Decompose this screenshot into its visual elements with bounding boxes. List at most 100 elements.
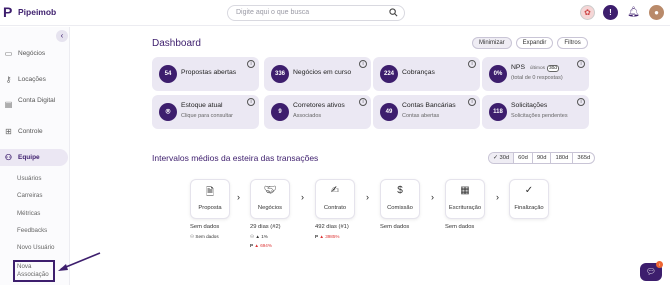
submenu-usuarios[interactable]: Usuários: [17, 175, 41, 182]
search-input[interactable]: Digite aqui o que busca: [227, 5, 405, 21]
stat-contrato: 492 dias (#1): [315, 224, 349, 230]
minimize-button[interactable]: Minimizar: [472, 37, 512, 49]
card-value: 54: [159, 65, 177, 83]
notification-badge: !: [656, 261, 663, 268]
card-icon: ▤: [4, 100, 13, 109]
nps-title: NPS: [511, 64, 525, 71]
card-value: 336: [271, 65, 289, 83]
sidebar-item-conta-digital[interactable]: ▤ Conta Digital: [0, 97, 68, 109]
stat-comissao: Sem dados: [380, 224, 410, 230]
logo[interactable]: P Pipeimob: [3, 5, 56, 19]
card-value: 118: [489, 103, 507, 121]
stat-proposta: Sem dados: [190, 224, 220, 230]
logo-icon: P: [3, 4, 13, 20]
card-subtitle: Associados: [293, 113, 322, 119]
page-title: Dashboard: [152, 38, 201, 49]
card-estoque-atual[interactable]: ⌾ Estoque atual Clique para consultar i: [152, 95, 259, 129]
company-avatar-icon[interactable]: ✿: [580, 5, 595, 20]
step-negocios[interactable]: 🤝︎ Negócios: [250, 179, 290, 219]
card-contas-bancarias[interactable]: 49 Contas Bancárias Contas abertas i: [373, 95, 480, 129]
period-180d[interactable]: 180d: [550, 153, 572, 163]
card-cobrancas[interactable]: 224 Cobranças i: [373, 57, 480, 91]
card-title: Contas Bancárias: [402, 102, 456, 109]
submenu-metricas[interactable]: Métricas: [17, 210, 40, 217]
card-title: Corretores ativos: [293, 102, 345, 109]
arrow-right-icon: ›: [237, 192, 240, 202]
card-negocios-em-curso[interactable]: 336 Negócios em curso i: [264, 57, 371, 91]
search-icon[interactable]: [389, 8, 398, 17]
key-icon: ⚷: [5, 75, 12, 84]
stat-negocios: 29 dias (#2): [250, 224, 281, 230]
submenu-feedbacks[interactable]: Feedbacks: [17, 227, 47, 234]
step-label: Proposta: [198, 205, 222, 211]
chat-icon: 💬︎: [645, 267, 657, 276]
sidebar-item-label: Equipe: [18, 154, 40, 161]
info-icon[interactable]: i: [468, 98, 476, 106]
info-icon[interactable]: !: [603, 5, 618, 20]
collapse-sidebar-icon[interactable]: ‹: [56, 30, 68, 42]
step-contrato[interactable]: ✍︎ Contrato: [315, 179, 355, 219]
check-icon: ✓: [524, 185, 534, 196]
stat-negocios-sub2: P ▲ 694%: [250, 243, 272, 248]
submenu-carreiras[interactable]: Carreiras: [17, 192, 42, 199]
info-icon[interactable]: i: [247, 98, 255, 106]
pipeimob-icon: P: [315, 234, 319, 239]
sidebar-item-label: Conta Digital: [18, 97, 56, 104]
nps-badge-prefix: últimos: [529, 66, 546, 71]
card-title: Solicitações: [511, 102, 548, 109]
period-90d[interactable]: 90d: [531, 153, 551, 163]
period-30d[interactable]: ✓ 30d: [489, 153, 514, 163]
step-proposta[interactable]: 🗎 Proposta: [190, 179, 230, 219]
card-propostas-abertas[interactable]: 54 Propostas abertas i: [152, 57, 259, 91]
card-value: 49: [380, 103, 398, 121]
location-pin-icon: ⌾: [159, 103, 177, 121]
expand-button[interactable]: Expandir: [515, 37, 554, 49]
bell-icon[interactable]: 🔔︎: [626, 5, 641, 20]
search-placeholder: Digite aqui o que busca: [236, 9, 310, 16]
section-title: Intervalos médios da esteira das transaç…: [152, 153, 319, 163]
info-icon[interactable]: i: [468, 60, 476, 68]
dollar-icon: $: [397, 185, 403, 196]
period-selector: ✓ 30d 60d 90d 180d 365d: [488, 152, 596, 164]
card-value: 0%: [489, 65, 507, 83]
step-label: Escrituração: [448, 205, 482, 211]
nps-period-badge[interactable]: 30d: [546, 65, 559, 72]
sidebar-item-controle[interactable]: ⊞ Controle: [0, 127, 68, 136]
period-365d[interactable]: 365d: [572, 153, 594, 163]
info-icon[interactable]: i: [247, 60, 255, 68]
app-name: Pipeimob: [18, 7, 57, 17]
step-comissao[interactable]: $ Comissão: [380, 179, 420, 219]
broker-icon: ⚇: [250, 234, 255, 239]
broker-icon: ⚇: [190, 234, 195, 239]
stat-escrituracao: Sem dados: [445, 224, 475, 230]
info-icon[interactable]: i: [359, 60, 367, 68]
card-nps[interactable]: 0% NPS últimos 30d (total de 0 respostas…: [482, 57, 589, 91]
card-subtitle: Solicitações pendentes: [511, 113, 568, 119]
filters-button[interactable]: Filtros: [557, 37, 588, 49]
card-subtitle: (total de 0 respostas): [511, 75, 563, 81]
user-avatar[interactable]: ●: [649, 5, 664, 20]
sidebar-item-locacoes[interactable]: ⚷ Locações: [0, 75, 68, 84]
period-60d[interactable]: 60d: [513, 153, 532, 163]
signature-icon: ✍︎: [330, 185, 340, 196]
submenu-nova-associacao[interactable]: Nova Associação: [13, 260, 55, 282]
info-icon[interactable]: i: [577, 98, 585, 106]
team-icon: ⚇: [4, 153, 13, 162]
sidebar-item-negocios[interactable]: ▭ Negócios: [0, 49, 68, 58]
card-solicitacoes[interactable]: 118 Solicitações Solicitações pendentes …: [482, 95, 589, 129]
card-value: 224: [380, 65, 398, 83]
stat-contrato-sub2: P ▲ 3985%: [315, 234, 340, 239]
arrow-right-icon: ›: [301, 192, 304, 202]
submenu-novo-usuario[interactable]: Novo Usuário: [17, 244, 55, 251]
info-icon[interactable]: i: [577, 60, 585, 68]
card-title: Estoque atual: [181, 102, 223, 109]
info-icon[interactable]: i: [359, 98, 367, 106]
card-corretores-ativos[interactable]: 9 Corretores ativos Associados i: [264, 95, 371, 129]
main-content: Dashboard Minimizar Expandir Filtros 54 …: [72, 27, 670, 285]
step-escrituracao[interactable]: ▦ Escrituração: [445, 179, 485, 219]
arrow-right-icon: ›: [431, 192, 434, 202]
sidebar-item-equipe[interactable]: ⚇ Equipe: [0, 149, 68, 166]
card-title: Cobranças: [402, 69, 435, 76]
sidebar-item-label: Locações: [18, 76, 46, 83]
step-finalizacao[interactable]: ✓ Finalização: [509, 179, 549, 219]
